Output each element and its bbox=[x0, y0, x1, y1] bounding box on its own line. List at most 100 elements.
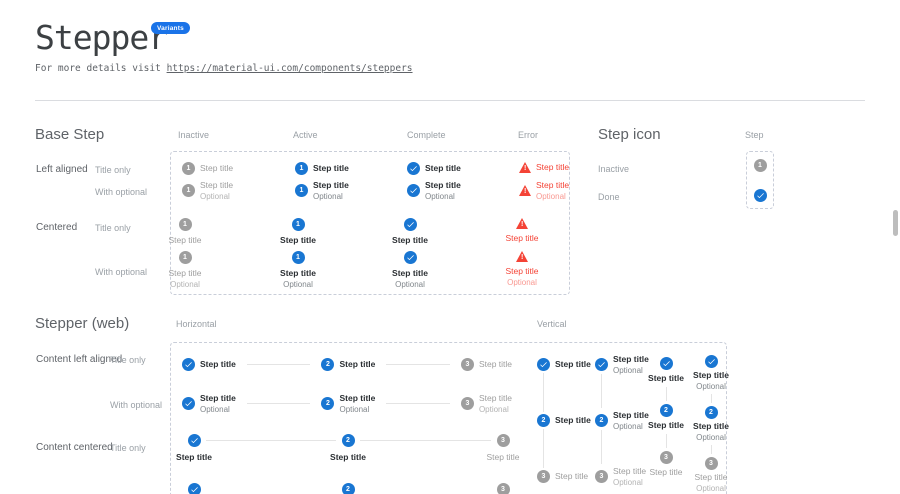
step-title: Step title bbox=[168, 236, 201, 246]
step-connector bbox=[386, 364, 450, 365]
step-title: Step title bbox=[200, 164, 233, 174]
sub-label-title-only: Title only bbox=[95, 223, 131, 233]
optional-label: Optional bbox=[395, 280, 425, 289]
complete-check-icon bbox=[182, 358, 195, 371]
step-connector bbox=[711, 445, 712, 454]
active-step-icon: 1 bbox=[295, 184, 308, 197]
step-icon-panel: 1 bbox=[746, 151, 774, 209]
row-label-centered: Centered bbox=[36, 222, 77, 233]
step-connector bbox=[601, 374, 602, 408]
inactive-step-icon: 3 bbox=[497, 483, 510, 494]
inactive-step-icon: 1 bbox=[754, 159, 767, 172]
step-title: Step title bbox=[313, 164, 349, 174]
active-step-icon: 2 bbox=[537, 414, 550, 427]
subtitle-text: For more details visit bbox=[35, 63, 161, 74]
step-title: Step title bbox=[693, 422, 729, 432]
sub-label-with-optional: With optional bbox=[95, 187, 147, 197]
optional-label: Optional bbox=[479, 405, 512, 414]
complete-check-icon bbox=[660, 357, 673, 370]
centered-step-inactive: 3 Step title bbox=[481, 483, 525, 494]
complete-check-icon bbox=[407, 162, 420, 175]
inactive-step-icon: 1 bbox=[182, 184, 195, 197]
error-warning-icon bbox=[516, 251, 528, 262]
step-title: Step title bbox=[536, 163, 569, 173]
column-header-error: Error bbox=[518, 130, 538, 140]
active-step-icon: 2 bbox=[342, 483, 355, 494]
step-title: Step title bbox=[313, 181, 349, 191]
step-title: Step title bbox=[200, 394, 236, 404]
optional-label: Optional bbox=[696, 382, 726, 391]
inactive-step-icon: 3 bbox=[461, 397, 474, 410]
centered-step-active: 2 Step title bbox=[326, 434, 370, 463]
step-connector bbox=[711, 394, 712, 403]
step-connector bbox=[543, 429, 544, 468]
step-title: Step title bbox=[505, 234, 538, 244]
complete-check-icon bbox=[404, 251, 417, 264]
row-label-left-aligned: Left aligned bbox=[36, 164, 88, 175]
column-header-vertical: Vertical bbox=[537, 319, 567, 329]
active-step-icon: 1 bbox=[292, 251, 305, 264]
complete-check-icon bbox=[404, 218, 417, 231]
inactive-step-icon: 3 bbox=[595, 470, 608, 483]
sub-label-with-optional: With optional bbox=[110, 400, 162, 410]
vertical-step-active: 2 Step title bbox=[537, 414, 591, 427]
error-warning-icon bbox=[519, 162, 531, 173]
centered-step-complete: Step title bbox=[172, 434, 216, 463]
divider bbox=[35, 100, 865, 101]
step-title: Step title bbox=[280, 236, 316, 246]
step-active-centered-optional: 1 Step title Optional bbox=[276, 251, 320, 289]
horizontal-stepper-with-optional: Step titleOptional 2 Step titleOptional … bbox=[182, 394, 512, 414]
complete-check-icon bbox=[705, 355, 718, 368]
vertical-step-inactive-optional: 3 Step titleOptional bbox=[595, 467, 646, 487]
inactive-step-icon: 1 bbox=[182, 162, 195, 175]
column-header-complete: Complete bbox=[407, 130, 446, 140]
sub-label-title-only: Title only bbox=[110, 355, 146, 365]
inactive-step-icon: 3 bbox=[660, 451, 673, 464]
step-error-centered-title: Step title bbox=[500, 218, 544, 244]
step-title: Step title bbox=[648, 374, 684, 384]
step-title: Step title bbox=[200, 181, 233, 191]
complete-check-icon bbox=[188, 483, 201, 494]
section-heading-base-step: Base Step bbox=[35, 126, 104, 143]
step-title: Step title bbox=[536, 181, 569, 191]
step-title: Step title bbox=[168, 269, 201, 279]
vertical-step-complete: Step title bbox=[537, 358, 591, 371]
vertical-stepper-centered-optional: Step title Optional 2 Step title Optiona… bbox=[689, 355, 733, 493]
step-complete-left-optional: Step titleOptional bbox=[407, 181, 461, 201]
column-header-inactive: Inactive bbox=[178, 130, 209, 140]
optional-label: Optional bbox=[425, 192, 461, 201]
active-step-icon: 2 bbox=[321, 358, 334, 371]
optional-label: Optional bbox=[200, 405, 236, 414]
step-title: Step title bbox=[555, 472, 588, 482]
step-error-left-optional: Step titleOptional bbox=[519, 181, 569, 201]
doc-link[interactable]: https://material-ui.com/components/stepp… bbox=[167, 63, 413, 74]
step-connector bbox=[666, 434, 667, 448]
inactive-step-icon: 3 bbox=[497, 434, 510, 447]
page-title: Stepper bbox=[35, 18, 167, 57]
step-title: Step title bbox=[694, 473, 727, 483]
sub-label-title-only: Title only bbox=[95, 165, 131, 175]
optional-label: Optional bbox=[200, 192, 233, 201]
step-connector bbox=[601, 430, 602, 464]
complete-check-icon bbox=[182, 397, 195, 410]
step-title: Step title bbox=[555, 416, 591, 426]
optional-label: Optional bbox=[613, 478, 646, 487]
optional-label: Optional bbox=[313, 192, 349, 201]
row-label-inactive: Inactive bbox=[598, 164, 629, 174]
subtitle: For more details visit https://material-… bbox=[35, 63, 413, 74]
column-header-active: Active bbox=[293, 130, 318, 140]
step-error-centered-optional: Step title Optional bbox=[500, 251, 544, 287]
vertical-scrollbar-thumb[interactable] bbox=[893, 210, 898, 236]
vertical-step-complete-optional: Step titleOptional bbox=[595, 355, 649, 375]
inactive-step-icon: 1 bbox=[179, 218, 192, 231]
step-active-left-optional: 1 Step titleOptional bbox=[295, 181, 349, 201]
step-title: Step title bbox=[555, 360, 591, 370]
step-complete-left-title: Step title bbox=[407, 162, 461, 175]
active-step-icon: 1 bbox=[295, 162, 308, 175]
step-connector bbox=[360, 440, 491, 441]
step-title: Step title bbox=[200, 360, 236, 370]
step-title: Step title bbox=[479, 360, 512, 370]
page: Stepper Variants For more details visit … bbox=[0, 0, 900, 494]
step-error-left-title: Step title bbox=[519, 162, 569, 173]
step-title: Step title bbox=[330, 453, 366, 463]
